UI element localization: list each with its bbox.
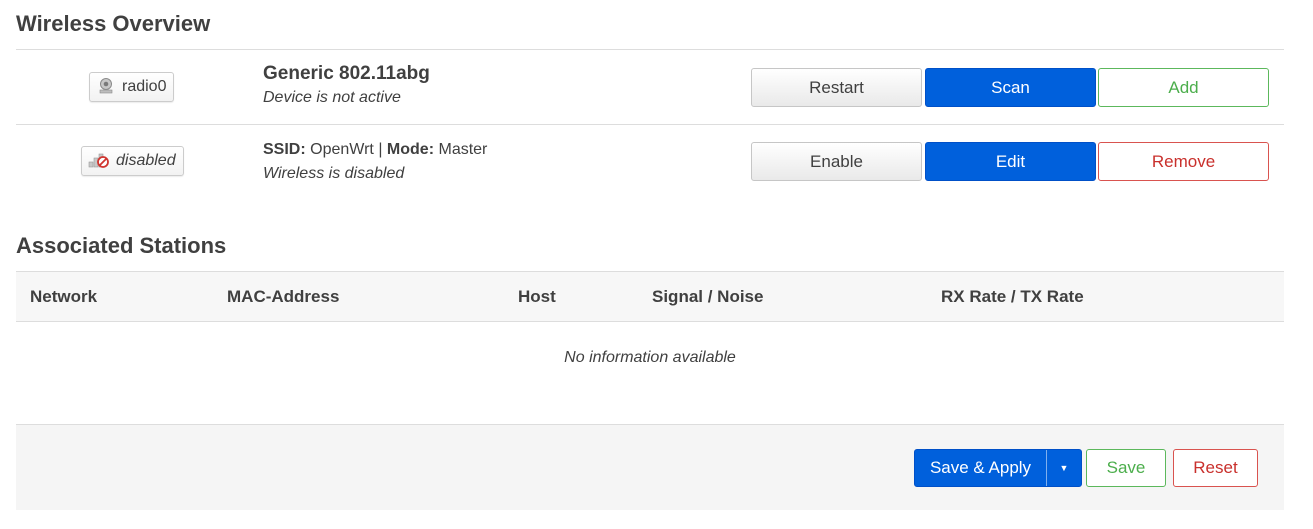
column-header-rate: RX Rate / TX Rate [927, 271, 1284, 322]
page-actions-footer: Save & Apply ▼ Save Reset [16, 424, 1284, 510]
table-header-row: Network MAC-Address Host Signal / Noise … [16, 271, 1284, 322]
device-row: radio0 Generic 802.11abg Device is not a… [16, 50, 1284, 124]
no-information-text: No information available [564, 349, 736, 366]
device-description: Generic 802.11abg Device is not active [263, 62, 430, 110]
reset-button[interactable]: Reset [1173, 449, 1258, 487]
device-name: Generic 802.11abg [263, 63, 430, 84]
edit-button[interactable]: Edit [925, 142, 1096, 181]
wifi-radio-icon [95, 75, 117, 100]
device-badge-label: radio0 [122, 78, 167, 95]
mode-label: Mode: [386, 141, 435, 158]
network-description: SSID: OpenWrt | Mode: Master Wireless is… [263, 138, 487, 186]
stations-table: Network MAC-Address Host Signal / Noise … [16, 271, 1284, 322]
column-header-host: Host [504, 271, 638, 322]
mode-value: Master [438, 141, 488, 158]
network-row: disabled SSID: OpenWrt | Mode: Master Wi… [16, 125, 1284, 199]
network-badge: disabled [81, 146, 184, 176]
signal-disabled-icon [87, 149, 111, 174]
save-apply-split-button: Save & Apply ▼ [914, 449, 1082, 487]
associated-stations-title: Associated Stations [16, 233, 227, 258]
ssid-label: SSID: [263, 141, 306, 158]
caret-down-icon[interactable]: ▼ [1047, 450, 1081, 486]
add-button[interactable]: Add [1098, 68, 1269, 107]
save-button[interactable]: Save [1086, 449, 1166, 487]
remove-button[interactable]: Remove [1098, 142, 1269, 181]
network-status: Wireless is disabled [263, 165, 405, 182]
scan-button[interactable]: Scan [925, 68, 1096, 107]
network-info: SSID: OpenWrt | Mode: Master [263, 138, 487, 162]
column-header-network: Network [16, 271, 213, 322]
column-header-mac: MAC-Address [213, 271, 504, 322]
device-status: Device is not active [263, 89, 401, 106]
column-header-signal: Signal / Noise [638, 271, 927, 322]
ssid-value: OpenWrt [310, 141, 374, 158]
restart-button[interactable]: Restart [751, 68, 922, 107]
info-separator: | [378, 141, 383, 158]
network-badge-label: disabled [116, 152, 176, 169]
enable-button[interactable]: Enable [751, 142, 922, 181]
save-apply-button[interactable]: Save & Apply [915, 450, 1047, 486]
wireless-overview-title: Wireless Overview [16, 11, 211, 36]
device-badge: radio0 [89, 72, 175, 102]
